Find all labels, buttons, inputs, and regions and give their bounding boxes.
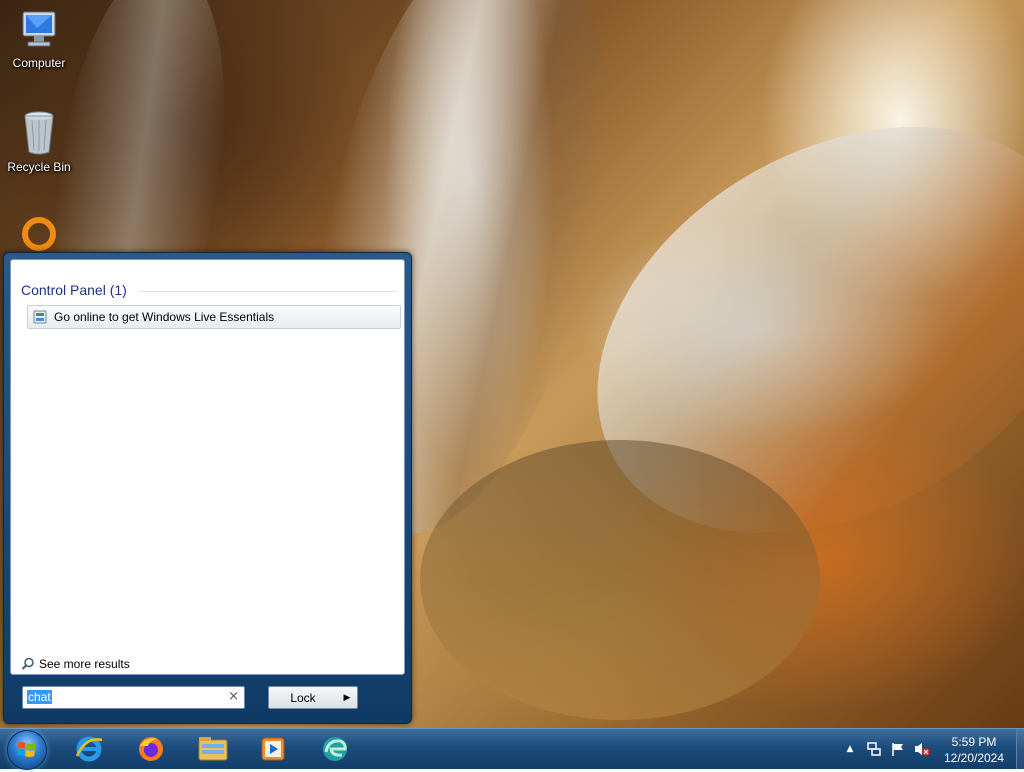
result-item-windows-live-essentials[interactable]: Go online to get Windows Live Essentials: [27, 305, 401, 329]
search-query-text[interactable]: chat: [27, 690, 52, 704]
magnifier-icon: [21, 657, 35, 671]
taskbar: ▲ 5:59 PM 12/20/2024: [0, 728, 1024, 770]
start-button[interactable]: [7, 730, 47, 770]
internet-explorer-icon: [75, 736, 103, 762]
network-tray-button[interactable]: [864, 732, 884, 766]
chevron-up-icon: ▲: [846, 744, 854, 754]
see-more-label: See more results: [39, 657, 130, 671]
show-hidden-icons-button[interactable]: ▲: [842, 732, 858, 766]
taskbar-edge[interactable]: [318, 732, 352, 766]
clock-time: 5:59 PM: [951, 735, 997, 749]
show-desktop-button[interactable]: [1016, 729, 1024, 769]
desktop-icon-label: Recycle Bin: [7, 160, 71, 174]
edge-icon: [323, 737, 347, 761]
taskbar-file-explorer[interactable]: [196, 732, 230, 766]
orange-ring-app-icon: [17, 214, 61, 254]
taskbar-internet-explorer[interactable]: [72, 732, 106, 766]
lock-button[interactable]: Lock: [268, 686, 338, 709]
volume-tray-button[interactable]: [912, 732, 932, 766]
header-divider: [139, 291, 397, 292]
action-center-tray-button[interactable]: [888, 732, 908, 766]
result-item-label: Go online to get Windows Live Essentials: [54, 310, 275, 324]
recycle-bin-icon: [17, 110, 61, 156]
see-more-results-link[interactable]: See more results: [21, 657, 130, 671]
search-results-pane: Control Panel (1) Go online to get Windo…: [10, 259, 405, 675]
media-player-icon: [261, 737, 285, 761]
desktop-icon-computer[interactable]: Computer: [1, 8, 77, 70]
firefox-icon: [139, 737, 163, 761]
lock-button-label: Lock: [290, 690, 316, 705]
clear-search-icon[interactable]: ×: [228, 689, 239, 704]
network-icon: [867, 742, 881, 756]
taskbar-firefox[interactable]: [134, 732, 168, 766]
taskbar-clock[interactable]: 5:59 PM 12/20/2024: [936, 734, 1012, 766]
file-explorer-icon: [198, 737, 228, 761]
arrow-right-icon: ▶: [343, 692, 351, 703]
volume-muted-icon: [915, 743, 930, 756]
results-category-header: Control Panel (1): [21, 282, 127, 298]
desktop-icon-label: Computer: [12, 56, 66, 70]
start-search-input[interactable]: chat ×: [22, 686, 245, 709]
shutdown-options-arrow-button[interactable]: ▶: [337, 686, 358, 709]
action-center-flag-icon: [892, 743, 903, 756]
start-menu: Control Panel (1) Go online to get Windo…: [3, 252, 412, 724]
desktop-icon-recycle-bin[interactable]: Recycle Bin: [1, 110, 77, 174]
windows-logo-icon: [17, 742, 36, 757]
taskbar-media-player[interactable]: [256, 732, 290, 766]
clock-date: 12/20/2024: [943, 751, 1005, 765]
control-panel-item-icon: [32, 309, 48, 325]
computer-icon: [17, 8, 61, 52]
